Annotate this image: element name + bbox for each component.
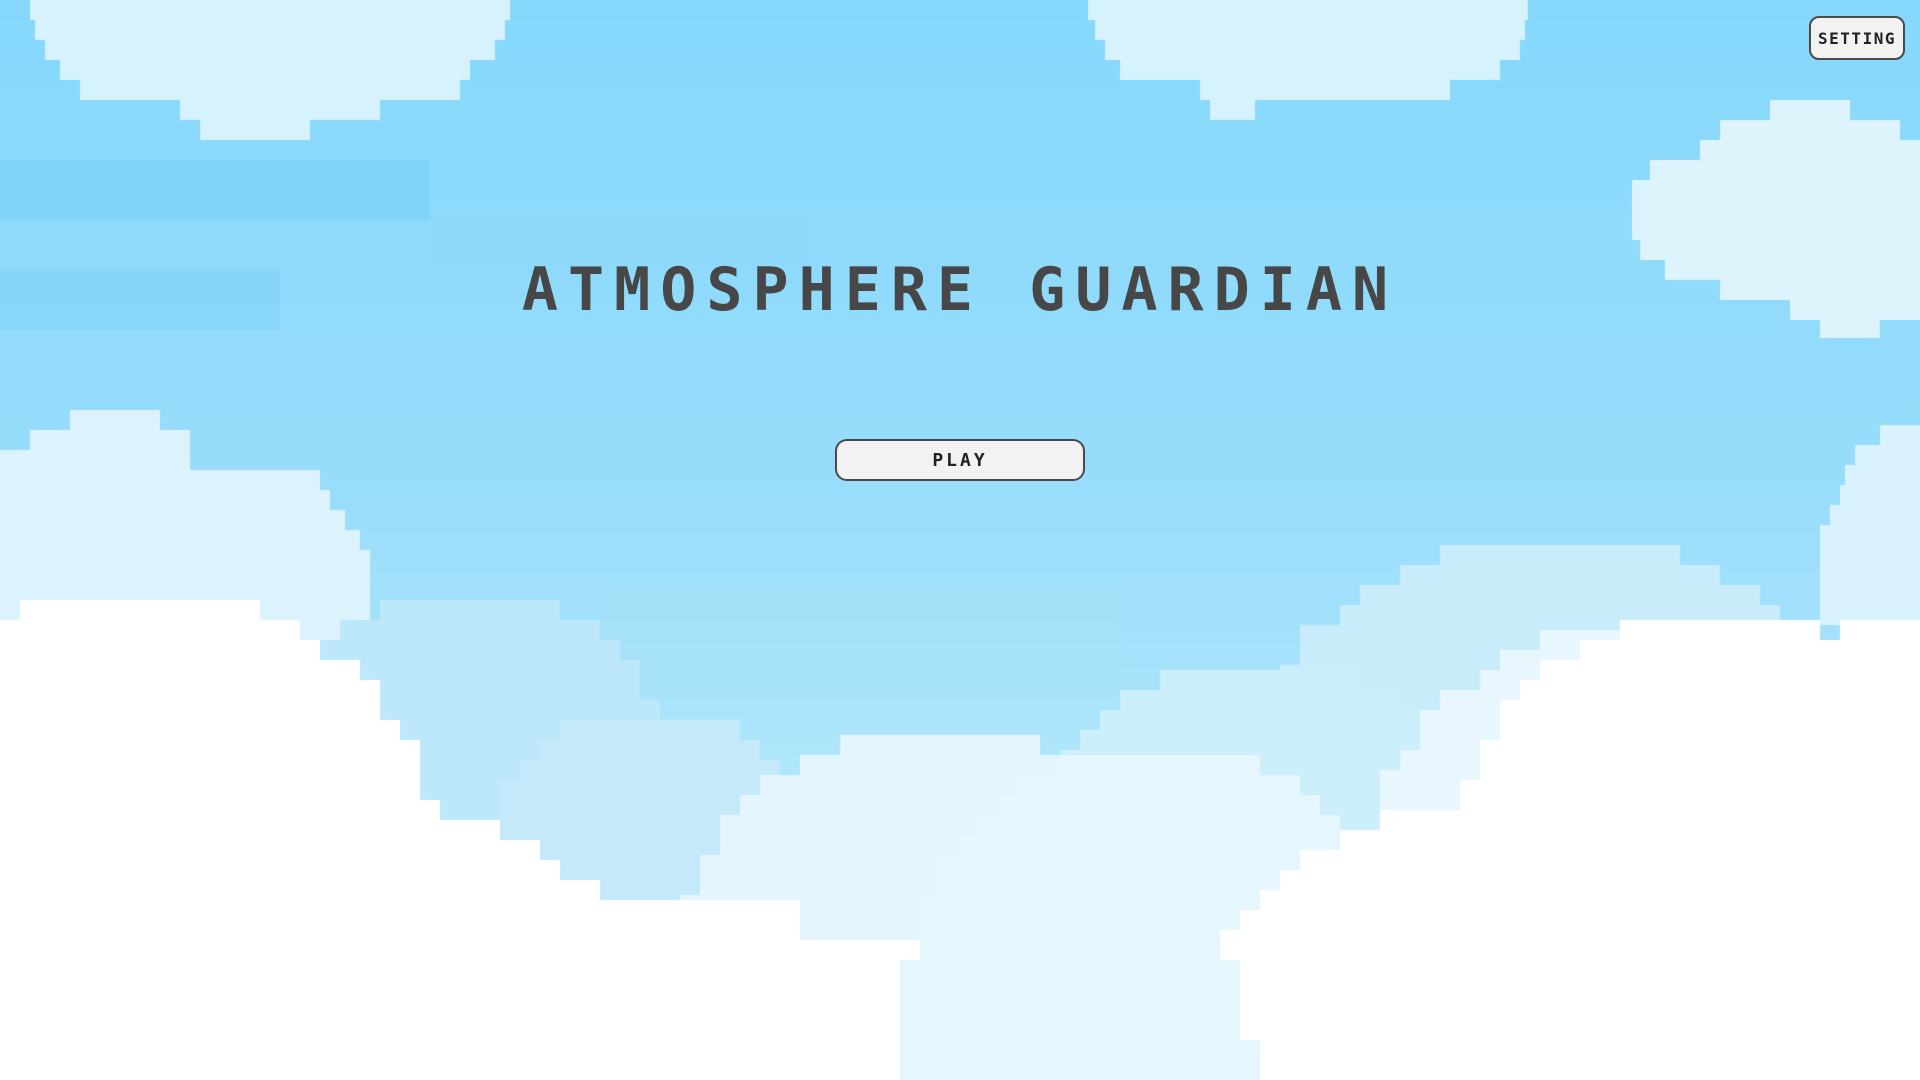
play-button[interactable]: PLAY — [835, 439, 1085, 481]
setting-button[interactable]: SETTING — [1809, 16, 1905, 60]
sky-background — [0, 0, 1920, 1080]
game-title: ATMOSPHERE GUARDIAN — [521, 255, 1399, 325]
